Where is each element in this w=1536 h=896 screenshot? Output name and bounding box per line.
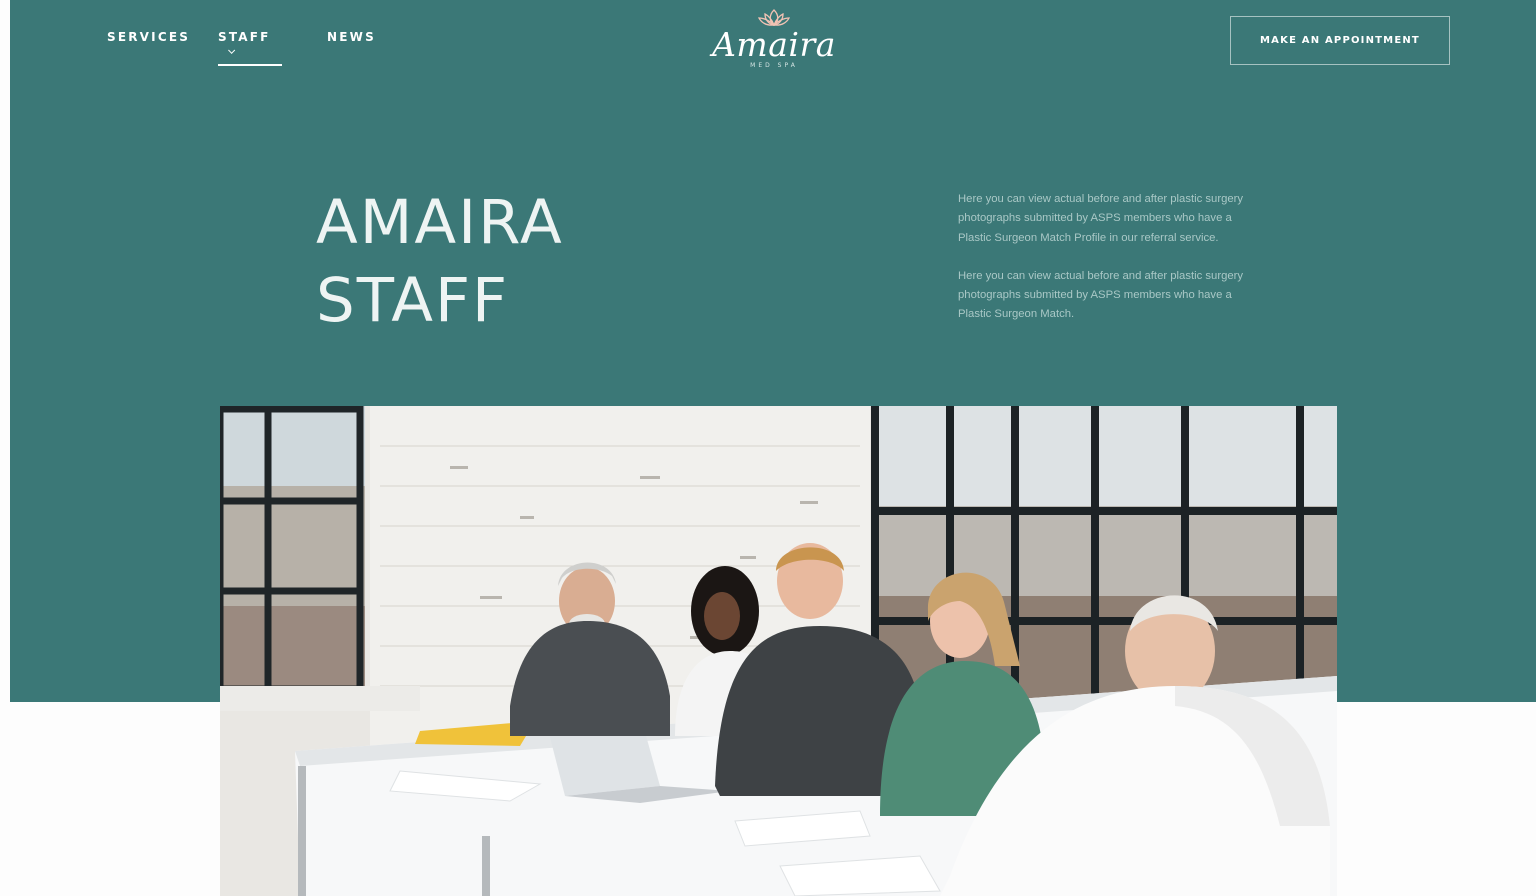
hero-description: Here you can view actual before and afte…	[958, 190, 1248, 344]
main-navigation: SERVICES STAFF NEWS Amaira MED SPA MAKE …	[0, 0, 1536, 90]
logo-wordmark: Amaira	[712, 25, 836, 64]
staff-meeting-image	[220, 406, 1337, 896]
hero-paragraph-2: Here you can view actual before and afte…	[958, 269, 1244, 321]
site-logo[interactable]: Amaira MED SPA	[712, 8, 836, 76]
page-title-line1: AMAIRA	[316, 187, 564, 258]
page-title: AMAIRA STAFF	[316, 184, 564, 340]
nav-link-news[interactable]: NEWS	[327, 30, 376, 44]
staff-photo	[220, 406, 1337, 896]
nav-link-staff[interactable]: STAFF	[218, 30, 282, 66]
page-title-line2: STAFF	[316, 265, 510, 336]
nav-link-services[interactable]: SERVICES	[107, 30, 190, 44]
make-appointment-button[interactable]: MAKE AN APPOINTMENT	[1230, 16, 1450, 65]
nav-link-staff-label: STAFF	[218, 30, 271, 44]
chevron-down-icon	[228, 46, 236, 54]
hero-paragraph-1: Here you can view actual before and afte…	[958, 193, 1244, 244]
